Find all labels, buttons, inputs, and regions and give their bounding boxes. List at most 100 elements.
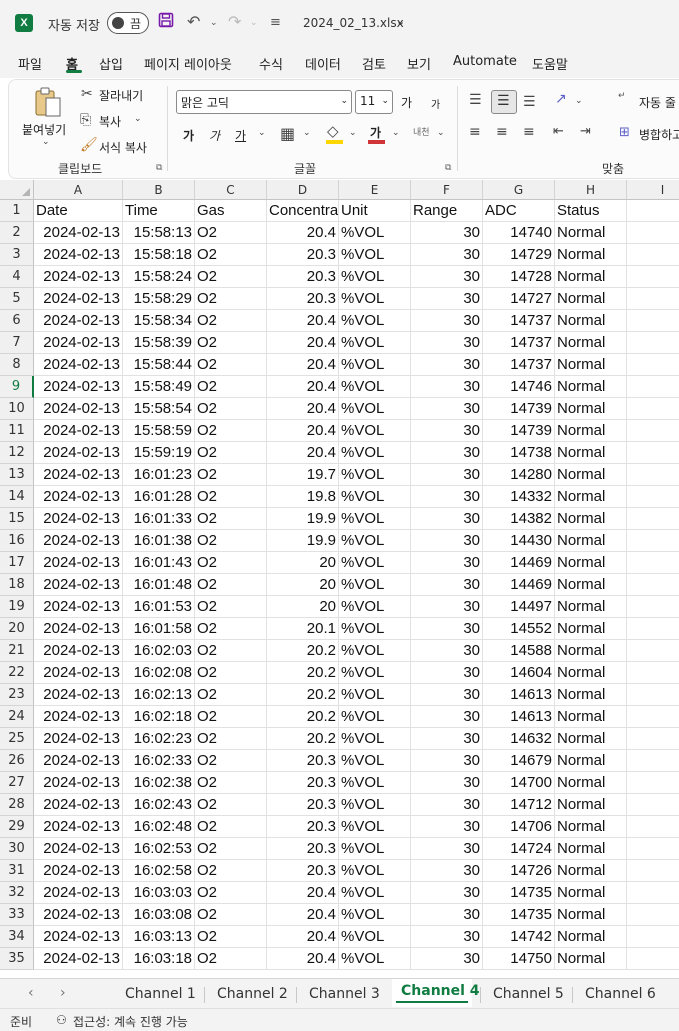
data-cell[interactable]: 2024-02-13 bbox=[34, 596, 123, 618]
copy-icon[interactable]: ⎘ bbox=[80, 112, 91, 128]
data-cell[interactable]: 14737 bbox=[483, 310, 555, 332]
row-header[interactable]: 10 bbox=[0, 398, 34, 420]
data-cell[interactable]: 20.1 bbox=[267, 618, 339, 640]
data-cell[interactable]: O2 bbox=[195, 398, 267, 420]
data-cell[interactable] bbox=[627, 552, 679, 574]
data-cell[interactable]: O2 bbox=[195, 794, 267, 816]
data-cell[interactable]: 14613 bbox=[483, 684, 555, 706]
data-cell[interactable]: 14632 bbox=[483, 728, 555, 750]
row-header[interactable]: 1 bbox=[0, 200, 34, 222]
chevron-down-icon[interactable]: ⌄ bbox=[349, 128, 357, 138]
data-cell[interactable]: 2024-02-13 bbox=[34, 838, 123, 860]
format-painter-button[interactable]: 서식 복사 bbox=[99, 139, 147, 156]
data-cell[interactable]: 14588 bbox=[483, 640, 555, 662]
copy-button[interactable]: 복사 bbox=[99, 113, 121, 130]
data-cell[interactable]: %VOL bbox=[339, 750, 411, 772]
data-cell[interactable]: 30 bbox=[411, 596, 483, 618]
data-cell[interactable]: %VOL bbox=[339, 464, 411, 486]
data-cell[interactable]: 30 bbox=[411, 706, 483, 728]
sheet-tab-channel-3[interactable]: Channel 3 bbox=[309, 986, 380, 1002]
chevron-down-icon[interactable]: ⌄ bbox=[258, 128, 266, 138]
phonetic-guide-button[interactable]: 내천 bbox=[413, 125, 430, 138]
font-size-select[interactable]: 11 ⌄ bbox=[355, 90, 393, 114]
data-cell[interactable]: 14700 bbox=[483, 772, 555, 794]
row-header[interactable]: 29 bbox=[0, 816, 34, 838]
data-cell[interactable]: 2024-02-13 bbox=[34, 486, 123, 508]
worksheet-grid[interactable]: A B C D E F G H I 1 Date Time Gas Concentra U… bbox=[0, 180, 679, 978]
data-cell[interactable]: %VOL bbox=[339, 288, 411, 310]
paste-icon[interactable] bbox=[33, 86, 63, 122]
data-cell[interactable]: 2024-02-13 bbox=[34, 332, 123, 354]
chevron-down-icon[interactable]: ⌄ bbox=[250, 18, 258, 28]
data-cell[interactable]: 20.3 bbox=[267, 266, 339, 288]
data-cell[interactable]: 16:02:08 bbox=[123, 662, 195, 684]
row-header[interactable]: 19 bbox=[0, 596, 34, 618]
data-cell[interactable]: 14430 bbox=[483, 530, 555, 552]
tab-formulas[interactable]: 수식 bbox=[259, 54, 283, 73]
data-cell[interactable]: %VOL bbox=[339, 882, 411, 904]
data-cell[interactable]: 16:03:03 bbox=[123, 882, 195, 904]
data-cell[interactable] bbox=[627, 816, 679, 838]
data-cell[interactable]: 2024-02-13 bbox=[34, 640, 123, 662]
data-cell[interactable]: 20.2 bbox=[267, 684, 339, 706]
chevron-down-icon[interactable]: ⌄ bbox=[303, 128, 311, 138]
data-cell[interactable]: 20.4 bbox=[267, 904, 339, 926]
font-color-button[interactable]: 가 bbox=[370, 124, 381, 141]
row-header[interactable]: 9 bbox=[0, 376, 34, 398]
data-cell[interactable]: 2024-02-13 bbox=[34, 816, 123, 838]
column-header[interactable]: I bbox=[627, 180, 679, 200]
data-cell[interactable] bbox=[627, 860, 679, 882]
data-cell[interactable]: %VOL bbox=[339, 530, 411, 552]
data-cell[interactable]: 20.4 bbox=[267, 222, 339, 244]
header-cell[interactable]: Concentra bbox=[267, 200, 339, 222]
row-header[interactable]: 2 bbox=[0, 222, 34, 244]
data-cell[interactable] bbox=[627, 750, 679, 772]
data-cell[interactable]: 15:58:13 bbox=[123, 222, 195, 244]
data-cell[interactable]: Normal bbox=[555, 354, 627, 376]
data-cell[interactable]: 30 bbox=[411, 442, 483, 464]
underline-button[interactable]: 가 bbox=[235, 127, 246, 144]
data-cell[interactable]: O2 bbox=[195, 574, 267, 596]
data-cell[interactable]: 2024-02-13 bbox=[34, 222, 123, 244]
data-cell[interactable]: %VOL bbox=[339, 948, 411, 970]
data-cell[interactable]: O2 bbox=[195, 222, 267, 244]
data-cell[interactable]: 2024-02-13 bbox=[34, 618, 123, 640]
data-cell[interactable]: %VOL bbox=[339, 816, 411, 838]
data-cell[interactable]: O2 bbox=[195, 860, 267, 882]
bold-button[interactable]: 가 bbox=[183, 127, 194, 144]
row-header[interactable]: 6 bbox=[0, 310, 34, 332]
data-cell[interactable]: 30 bbox=[411, 354, 483, 376]
data-cell[interactable]: Normal bbox=[555, 420, 627, 442]
data-cell[interactable]: 2024-02-13 bbox=[34, 948, 123, 970]
row-header[interactable]: 15 bbox=[0, 508, 34, 530]
row-header[interactable]: 8 bbox=[0, 354, 34, 376]
paste-label[interactable]: 붙여넣기 bbox=[22, 121, 66, 138]
data-cell[interactable]: 30 bbox=[411, 860, 483, 882]
data-cell[interactable]: %VOL bbox=[339, 926, 411, 948]
font-name-select[interactable]: 맑은 고딕 ⌄ bbox=[176, 90, 352, 114]
tab-data[interactable]: 데이터 bbox=[305, 54, 341, 73]
data-cell[interactable]: 16:02:23 bbox=[123, 728, 195, 750]
data-cell[interactable]: Normal bbox=[555, 706, 627, 728]
data-cell[interactable]: 14332 bbox=[483, 486, 555, 508]
data-cell[interactable]: 16:01:28 bbox=[123, 486, 195, 508]
data-cell[interactable]: O2 bbox=[195, 508, 267, 530]
data-cell[interactable]: 30 bbox=[411, 640, 483, 662]
data-cell[interactable]: 16:02:03 bbox=[123, 640, 195, 662]
data-cell[interactable]: 30 bbox=[411, 838, 483, 860]
data-cell[interactable]: 14740 bbox=[483, 222, 555, 244]
data-cell[interactable]: 14737 bbox=[483, 354, 555, 376]
data-cell[interactable]: 2024-02-13 bbox=[34, 398, 123, 420]
column-header[interactable]: B bbox=[123, 180, 195, 200]
row-header[interactable]: 14 bbox=[0, 486, 34, 508]
data-cell[interactable]: O2 bbox=[195, 376, 267, 398]
data-cell[interactable]: %VOL bbox=[339, 618, 411, 640]
data-cell[interactable]: 20.4 bbox=[267, 948, 339, 970]
data-cell[interactable]: 16:01:23 bbox=[123, 464, 195, 486]
data-cell[interactable]: 16:02:43 bbox=[123, 794, 195, 816]
data-cell[interactable]: O2 bbox=[195, 662, 267, 684]
header-cell[interactable] bbox=[627, 200, 679, 222]
data-cell[interactable]: O2 bbox=[195, 530, 267, 552]
row-header[interactable]: 25 bbox=[0, 728, 34, 750]
row-header[interactable]: 18 bbox=[0, 574, 34, 596]
